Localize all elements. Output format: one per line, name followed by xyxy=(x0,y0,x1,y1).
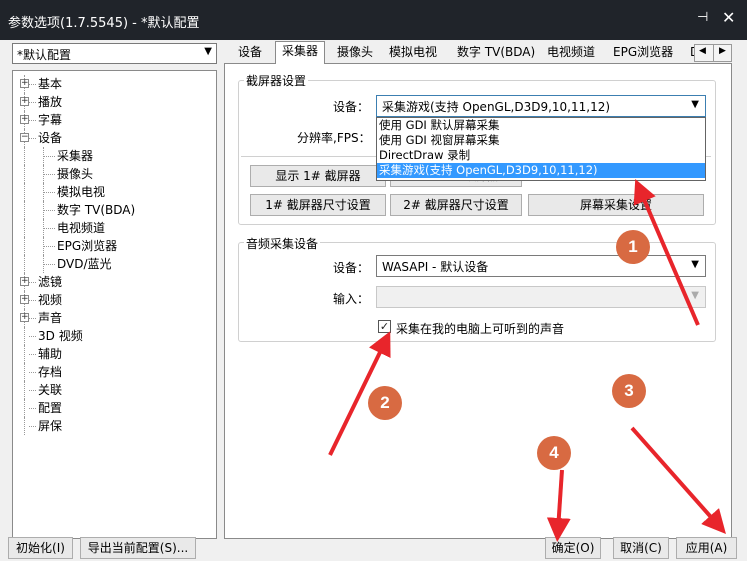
tree-item[interactable]: 屏保 xyxy=(13,417,216,435)
audio-device-label: 设备： xyxy=(333,261,370,275)
tree-item-label: 字幕 xyxy=(38,113,63,127)
audio-device-value: WASAPI - 默认设备 xyxy=(382,260,489,274)
tree-item[interactable]: + 滤镜 xyxy=(13,273,216,291)
tree-item-label: 关联 xyxy=(38,383,63,397)
export-config-button[interactable]: 导出当前配置(S)... xyxy=(80,537,196,559)
audio-input-select[interactable]: ▼ xyxy=(376,286,706,308)
tree-item-label: 屏保 xyxy=(38,419,63,433)
window-title: 参数选项(1.7.5545) - *默认配置 xyxy=(8,16,200,31)
tab-5[interactable]: 电视频道 xyxy=(541,43,601,64)
audio-input-label: 输入： xyxy=(333,292,370,306)
capture-2-size-button[interactable]: 2# 截屏器尺寸设置 xyxy=(390,194,522,216)
audio-device-select[interactable]: WASAPI - 默认设备 ▼ xyxy=(376,255,706,277)
tab-4[interactable]: 数字 TV(BDA) xyxy=(451,43,541,64)
expand-icon[interactable]: + xyxy=(20,277,29,286)
screen-group-title: 截屏器设置 xyxy=(244,72,309,89)
init-button[interactable]: 初始化(I) xyxy=(8,537,73,559)
chevron-down-icon: ▼ xyxy=(204,46,212,57)
tree-item[interactable]: 关联 xyxy=(13,381,216,399)
device-dropdown-list: 使用 GDI 默认屏幕采集 使用 GDI 视窗屏幕采集 DirectDraw 录制采… xyxy=(376,117,706,181)
expand-icon[interactable]: + xyxy=(20,79,29,88)
dropdown-option[interactable]: 使用 GDI 视窗屏幕采集 xyxy=(377,133,705,148)
tree-item[interactable]: + 字幕 xyxy=(13,111,216,129)
chevron-down-icon: ▼ xyxy=(691,99,699,110)
cancel-button[interactable]: 取消(C) xyxy=(613,537,669,559)
chevron-down-icon: ▼ xyxy=(691,259,699,270)
tree-item-label: EPG浏览器 xyxy=(57,239,118,253)
close-icon[interactable]: ✕ xyxy=(722,8,735,27)
audio-group-title: 音频采集设备 xyxy=(244,235,321,252)
capture-1-size-button[interactable]: 1# 截屏器尺寸设置 xyxy=(250,194,386,216)
tree-item[interactable]: 配置 xyxy=(13,399,216,417)
step-badge-4: 4 xyxy=(537,436,571,470)
expand-icon[interactable]: + xyxy=(20,295,29,304)
tree-item-label: 设备 xyxy=(38,131,63,145)
tree-item-label: 基本 xyxy=(38,77,63,91)
tab-0[interactable]: 设备 xyxy=(232,43,268,64)
tab-1[interactable]: 采集器 xyxy=(275,41,326,64)
tab-2[interactable]: 摄像头 xyxy=(331,43,379,64)
tree-item-label: 数字 TV(BDA) xyxy=(57,203,136,217)
tree-item[interactable]: 采集器 xyxy=(13,147,216,165)
tree-item[interactable]: − 设备 xyxy=(13,129,216,147)
expand-icon[interactable]: + xyxy=(20,97,29,106)
tree-item[interactable]: 电视频道 xyxy=(13,219,216,237)
tab-6[interactable]: EPG浏览器 xyxy=(607,43,679,64)
title-bar: 参数选项(1.7.5545) - *默认配置 ⊣ ✕ xyxy=(0,0,747,40)
tree-item-label: 采集器 xyxy=(57,149,94,163)
tree-item-label: 模拟电视 xyxy=(57,185,106,199)
pin-icon[interactable]: ⊣ xyxy=(697,10,708,25)
expand-icon[interactable]: + xyxy=(20,115,29,124)
tree-item-label: 3D 视频 xyxy=(38,329,83,343)
tree-item-label: 播放 xyxy=(38,95,63,109)
expand-icon[interactable]: + xyxy=(20,313,29,322)
tree-item[interactable]: EPG浏览器 xyxy=(13,237,216,255)
tree-item-label: DVD/蓝光 xyxy=(57,257,112,271)
tree-item[interactable]: 存档 xyxy=(13,363,216,381)
show-capture-1-button[interactable]: 显示 1# 截屏器 xyxy=(250,165,386,187)
preset-value: *默认配置 xyxy=(17,48,72,62)
tree-item-label: 配置 xyxy=(38,401,63,415)
tree-item-label: 辅助 xyxy=(38,347,63,361)
tree-item-label: 声音 xyxy=(38,311,63,325)
device-label: 设备： xyxy=(333,100,370,114)
step-badge-2: 2 xyxy=(368,386,402,420)
collapse-icon[interactable]: − xyxy=(20,133,29,142)
tree-item[interactable]: + 播放 xyxy=(13,93,216,111)
options-tree: + 基本 + 播放 + 字幕 − 设备 采集器 摄像头 模拟电视 数字 TV(BDA) 电视频道 EPG浏… xyxy=(12,70,217,539)
dropdown-option[interactable]: 使用 GDI 默认屏幕采集 xyxy=(377,118,705,133)
tree-item-label: 摄像头 xyxy=(57,167,94,181)
tab-scroll[interactable]: ◀ ▶ xyxy=(694,44,732,62)
step-badge-1: 1 xyxy=(616,230,650,264)
tree-item[interactable]: + 视频 xyxy=(13,291,216,309)
tree-item[interactable]: 辅助 xyxy=(13,345,216,363)
tree-item-label: 存档 xyxy=(38,365,63,379)
scroll-left-icon[interactable]: ◀ xyxy=(699,46,706,56)
screen-capture-settings-button[interactable]: 屏幕采集设置 xyxy=(528,194,704,216)
tree-item[interactable]: DVD/蓝光 xyxy=(13,255,216,273)
chevron-down-icon: ▼ xyxy=(691,290,699,301)
apply-button[interactable]: 应用(A) xyxy=(676,537,737,559)
device-select[interactable]: 采集游戏(支持 OpenGL,D3D9,10,11,12) ▼ xyxy=(376,95,706,117)
resolution-label: 分辨率,FPS： xyxy=(297,131,371,145)
tree-item-label: 视频 xyxy=(38,293,63,307)
step-badge-3: 3 xyxy=(612,374,646,408)
dropdown-option[interactable]: 采集游戏(支持 OpenGL,D3D9,10,11,12) xyxy=(377,163,705,178)
tree-item[interactable]: 模拟电视 xyxy=(13,183,216,201)
tree-item[interactable]: + 基本 xyxy=(13,75,216,93)
dropdown-option[interactable]: DirectDraw 录制 xyxy=(377,148,705,163)
preset-select[interactable]: *默认配置 ▼ xyxy=(12,43,217,64)
tab-3[interactable]: 模拟电视 xyxy=(383,43,443,64)
capture-audio-label: 采集在我的电脑上可听到的声音 xyxy=(396,322,565,336)
capture-audio-checkbox[interactable]: ✓ xyxy=(378,320,391,333)
device-select-value: 采集游戏(支持 OpenGL,D3D9,10,11,12) xyxy=(382,100,611,114)
tree-item[interactable]: + 声音 xyxy=(13,309,216,327)
ok-button[interactable]: 确定(O) xyxy=(545,537,601,559)
tree-item-label: 电视频道 xyxy=(57,221,106,235)
tree-item[interactable]: 3D 视频 xyxy=(13,327,216,345)
scroll-right-icon[interactable]: ▶ xyxy=(719,46,726,56)
tree-item[interactable]: 数字 TV(BDA) xyxy=(13,201,216,219)
tree-item-label: 滤镜 xyxy=(38,275,63,289)
tree-item[interactable]: 摄像头 xyxy=(13,165,216,183)
